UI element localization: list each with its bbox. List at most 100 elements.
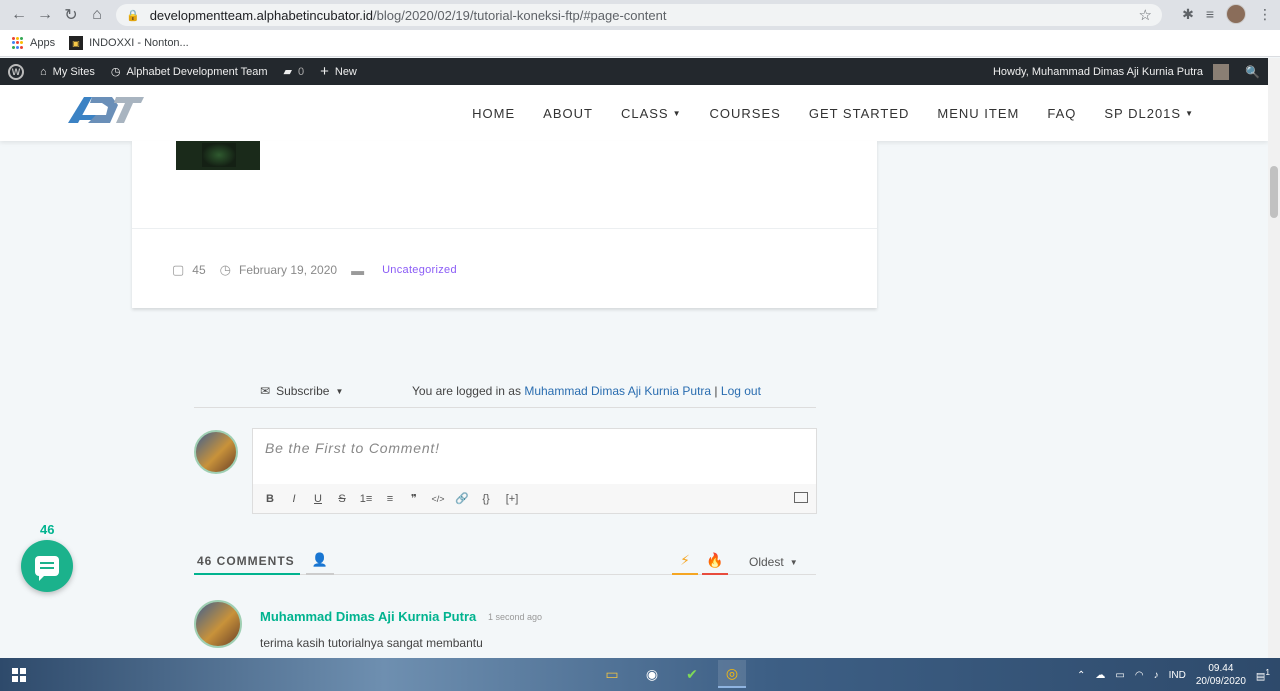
quote-button[interactable]: ❞ <box>407 492 421 505</box>
folder-icon: ▬ <box>351 262 365 278</box>
ordered-list-button[interactable]: 1≡ <box>359 493 373 505</box>
windows-taskbar: ▭ ◉ ✔ ◎ ⌃ ☁ ▭ ◠ ♪ IND 09.44 20/09/2020 ▤… <box>0 658 1280 691</box>
bookmark-label: INDOXXI - Nonton... <box>89 37 189 49</box>
clock-time: 09.44 <box>1208 663 1234 674</box>
floating-comments-button[interactable] <box>21 540 73 592</box>
profile-avatar[interactable] <box>1226 4 1246 24</box>
volume-icon[interactable]: ♪ <box>1154 670 1159 681</box>
bookmark-indoxxi[interactable]: ▣ INDOXXI - Nonton... <box>69 36 189 50</box>
underline-button[interactable]: U <box>311 493 325 505</box>
logout-link[interactable]: Log out <box>721 384 761 398</box>
file-explorer-icon[interactable]: ▭ <box>598 660 626 688</box>
chevron-up-icon[interactable]: ⌃ <box>1077 670 1085 681</box>
new-content-menu[interactable]: + New <box>312 58 365 85</box>
nav-about[interactable]: ABOUT <box>529 106 607 121</box>
code-button[interactable]: </> <box>431 494 445 504</box>
tab-comments[interactable]: 46 COMMENTS <box>194 550 300 575</box>
logged-in-prefix: You are logged in as <box>412 384 521 398</box>
obs-icon[interactable]: ◉ <box>638 660 666 688</box>
page-scrollbar[interactable] <box>1268 58 1280 658</box>
nav-label: ABOUT <box>543 105 593 121</box>
star-icon[interactable]: ☆ <box>1139 6 1152 24</box>
scrollbar-thumb[interactable] <box>1270 166 1278 218</box>
extensions-icon[interactable]: ✱ <box>1182 6 1194 23</box>
bookmark-apps[interactable]: Apps <box>12 37 55 49</box>
comment-editor[interactable]: Be the First to Comment! B I U S 1≡ ≡ ❞ … <box>252 428 817 514</box>
post-meta: ▢ 45 ◷ February 19, 2020 ▬ Uncategorized <box>172 262 457 278</box>
site-header: HOME ABOUT CLASS ▼ COURSES GET STARTED ME… <box>0 85 1268 141</box>
windows-start-icon[interactable] <box>12 668 26 682</box>
post-category-link[interactable]: Uncategorized <box>382 264 457 276</box>
nav-class[interactable]: CLASS ▼ <box>607 106 696 121</box>
lightning-icon[interactable]: ⚡ <box>672 552 698 575</box>
bookmark-label: Apps <box>30 37 56 49</box>
nav-home[interactable]: HOME <box>458 106 529 121</box>
subscribe-label: Subscribe <box>276 384 330 398</box>
wp-admin-bar: W ⌂ My Sites ◷ Alphabet Development Team ▰… <box>0 58 1268 85</box>
howdy-user[interactable]: Howdy, Muhammad Dimas Aji Kurnia Putra <box>993 66 1203 78</box>
site-name-menu[interactable]: ◷ Alphabet Development Team <box>103 58 276 85</box>
bullet-list-button[interactable]: ≡ <box>383 493 397 505</box>
adt-logo[interactable] <box>66 93 146 127</box>
url-host: developmentteam.alphabetincubator.id <box>149 7 374 23</box>
system-tray: ⌃ ☁ ▭ ◠ ♪ IND 09.44 20/09/2020 ▤1 <box>1077 660 1270 690</box>
battery-icon[interactable]: ▭ <box>1115 670 1124 681</box>
logged-in-user-link[interactable]: Muhammad Dimas Aji Kurnia Putra <box>524 384 711 398</box>
post-date: February 19, 2020 <box>239 263 338 277</box>
nav-menu-item[interactable]: MENU ITEM <box>923 106 1033 121</box>
my-sites-menu[interactable]: ⌂ My Sites <box>32 58 103 85</box>
sort-dropdown[interactable]: Oldest ▼ <box>749 555 798 569</box>
clock[interactable]: 09.44 20/09/2020 <box>1196 662 1246 688</box>
back-button[interactable]: ← <box>6 2 32 28</box>
strike-button[interactable]: S <box>335 493 349 505</box>
post-card: ▢ 45 ◷ February 19, 2020 ▬ Uncategorized <box>132 141 877 308</box>
comments-menu[interactable]: ▰ 0 <box>276 58 313 85</box>
comment-input[interactable]: Be the First to Comment! <box>265 440 440 456</box>
image-upload-icon[interactable] <box>794 492 808 503</box>
nav-get-started[interactable]: GET STARTED <box>795 106 924 121</box>
user-avatar[interactable] <box>1213 63 1230 80</box>
post-comment-count[interactable]: 45 <box>192 263 205 277</box>
notification-icon[interactable]: ▤1 <box>1256 667 1270 682</box>
chat-icon <box>35 556 59 581</box>
chrome-icon[interactable]: ◎ <box>718 660 746 688</box>
forward-button[interactable]: → <box>32 2 58 28</box>
fire-icon[interactable]: 🔥 <box>702 552 728 575</box>
italic-button[interactable]: I <box>287 493 301 505</box>
subscribe-dropdown[interactable]: ✉ Subscribe ▼ <box>260 384 343 398</box>
nav-sp-dl201s[interactable]: SP DL201S ▼ <box>1090 106 1208 121</box>
link-button[interactable]: 🔗 <box>455 492 469 505</box>
comment-time[interactable]: 1 second ago <box>488 612 542 622</box>
nav-courses[interactable]: COURSES <box>696 106 795 121</box>
wordpress-icon: W <box>8 63 24 80</box>
reload-button[interactable]: ↻ <box>58 2 84 28</box>
sort-label: Oldest <box>749 555 784 569</box>
avatar <box>194 430 238 474</box>
nav-label: FAQ <box>1047 105 1077 121</box>
spoiler-button[interactable]: [+] <box>503 493 521 505</box>
chevron-down-icon: ▼ <box>335 386 344 396</box>
network-icon[interactable]: ◠ <box>1135 670 1144 681</box>
search-icon[interactable]: 🔍 <box>1239 65 1260 79</box>
code-block-button[interactable]: {} <box>479 493 493 505</box>
user-settings-icon[interactable]: 👤 <box>306 552 334 575</box>
editor-toolbar: B I U S 1≡ ≡ ❞ </> 🔗 {} [+] <box>253 484 816 513</box>
nav-label: HOME <box>472 105 516 121</box>
media-icon[interactable]: ≡ <box>1206 6 1214 22</box>
browser-toolbar: ← → ↻ ⌂ 🔒 developmentteam.alphabetincuba… <box>0 0 1280 30</box>
nav-faq[interactable]: FAQ <box>1033 106 1090 121</box>
address-bar[interactable]: 🔒 developmentteam.alphabetincubator.id/b… <box>116 4 1162 26</box>
language-indicator[interactable]: IND <box>1169 670 1186 681</box>
home-button[interactable]: ⌂ <box>84 2 110 28</box>
camtasia-icon[interactable]: ✔ <box>678 660 706 688</box>
sites-icon: ⌂ <box>40 65 47 78</box>
menu-icon[interactable]: ⋮ <box>1258 6 1272 23</box>
chevron-down-icon: ▼ <box>1185 108 1194 118</box>
nav-label: CLASS <box>620 105 669 121</box>
wp-logo-menu[interactable]: W <box>0 58 32 85</box>
post-image <box>176 141 260 170</box>
comment-author[interactable]: Muhammad Dimas Aji Kurnia Putra <box>260 609 476 624</box>
bold-button[interactable]: B <box>263 493 277 505</box>
floating-comment-count: 46 <box>40 522 55 537</box>
cloud-icon[interactable]: ☁ <box>1095 670 1105 681</box>
